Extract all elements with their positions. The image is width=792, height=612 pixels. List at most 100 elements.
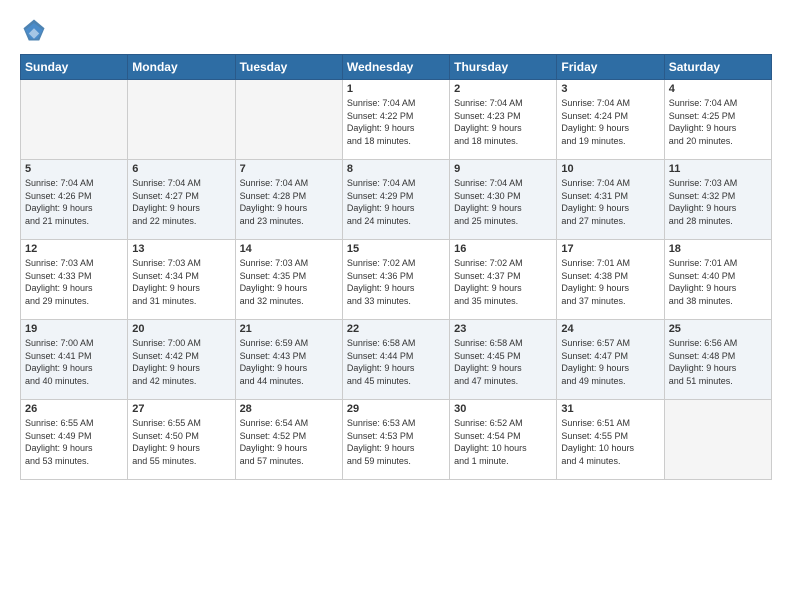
- calendar-day-cell: 10 Sunrise: 7:04 AM Sunset: 4:31 PM Dayli…: [557, 160, 664, 240]
- calendar-day-cell: [664, 400, 771, 480]
- day-number: 12: [25, 243, 123, 255]
- day-info: Sunrise: 7:04 AM Sunset: 4:29 PM Dayligh…: [347, 177, 445, 227]
- day-number: 22: [347, 323, 445, 335]
- calendar-day-cell: 14 Sunrise: 7:03 AM Sunset: 4:35 PM Dayli…: [235, 240, 342, 320]
- page: SundayMondayTuesdayWednesdayThursdayFrid…: [0, 0, 792, 612]
- day-number: 20: [132, 323, 230, 335]
- weekday-header-thursday: Thursday: [450, 55, 557, 80]
- day-number: 8: [347, 163, 445, 175]
- calendar-day-cell: 3Sunrise: 7:04 AM Sunset: 4:24 PM Daylig…: [557, 80, 664, 160]
- day-number: 17: [561, 243, 659, 255]
- weekday-header-friday: Friday: [557, 55, 664, 80]
- day-info: Sunrise: 7:01 AM Sunset: 4:40 PM Dayligh…: [669, 257, 767, 307]
- day-info: Sunrise: 7:04 AM Sunset: 4:25 PM Dayligh…: [669, 97, 767, 147]
- calendar-day-cell: 29 Sunrise: 6:53 AM Sunset: 4:53 PM Dayli…: [342, 400, 449, 480]
- day-number: 14: [240, 243, 338, 255]
- calendar-day-cell: 28 Sunrise: 6:54 AM Sunset: 4:52 PM Dayli…: [235, 400, 342, 480]
- day-number: 2: [454, 83, 552, 95]
- weekday-header-wednesday: Wednesday: [342, 55, 449, 80]
- calendar-day-cell: 25 Sunrise: 6:56 AM Sunset: 4:48 PM Dayli…: [664, 320, 771, 400]
- day-number: 4: [669, 83, 767, 95]
- day-info: Sunrise: 6:53 AM Sunset: 4:53 PM Dayligh…: [347, 417, 445, 467]
- day-number: 11: [669, 163, 767, 175]
- calendar-day-cell: 31 Sunrise: 6:51 AM Sunset: 4:55 PM Dayli…: [557, 400, 664, 480]
- calendar-day-cell: [128, 80, 235, 160]
- header: [20, 16, 772, 44]
- calendar-day-cell: 30 Sunrise: 6:52 AM Sunset: 4:54 PM Dayli…: [450, 400, 557, 480]
- day-info: Sunrise: 7:00 AM Sunset: 4:42 PM Dayligh…: [132, 337, 230, 387]
- calendar-table: SundayMondayTuesdayWednesdayThursdayFrid…: [20, 54, 772, 480]
- day-number: 7: [240, 163, 338, 175]
- day-number: 15: [347, 243, 445, 255]
- day-number: 30: [454, 403, 552, 415]
- logo: [20, 16, 52, 44]
- day-number: 29: [347, 403, 445, 415]
- calendar-day-cell: 11 Sunrise: 7:03 AM Sunset: 4:32 PM Dayli…: [664, 160, 771, 240]
- day-info: Sunrise: 6:52 AM Sunset: 4:54 PM Dayligh…: [454, 417, 552, 467]
- day-info: Sunrise: 6:58 AM Sunset: 4:44 PM Dayligh…: [347, 337, 445, 387]
- calendar-day-cell: 7 Sunrise: 7:04 AM Sunset: 4:28 PM Daylig…: [235, 160, 342, 240]
- calendar-day-cell: 4 Sunrise: 7:04 AM Sunset: 4:25 PM Daylig…: [664, 80, 771, 160]
- day-info: Sunrise: 7:03 AM Sunset: 4:32 PM Dayligh…: [669, 177, 767, 227]
- calendar-week-row: 19Sunrise: 7:00 AM Sunset: 4:41 PM Dayli…: [21, 320, 772, 400]
- logo-icon: [20, 16, 48, 44]
- weekday-header-monday: Monday: [128, 55, 235, 80]
- calendar-day-cell: 27Sunrise: 6:55 AM Sunset: 4:50 PM Dayli…: [128, 400, 235, 480]
- weekday-header-saturday: Saturday: [664, 55, 771, 80]
- day-number: 19: [25, 323, 123, 335]
- day-number: 26: [25, 403, 123, 415]
- day-info: Sunrise: 6:59 AM Sunset: 4:43 PM Dayligh…: [240, 337, 338, 387]
- calendar-day-cell: 8 Sunrise: 7:04 AM Sunset: 4:29 PM Daylig…: [342, 160, 449, 240]
- calendar-day-cell: 16 Sunrise: 7:02 AM Sunset: 4:37 PM Dayli…: [450, 240, 557, 320]
- day-number: 25: [669, 323, 767, 335]
- calendar-day-cell: 22 Sunrise: 6:58 AM Sunset: 4:44 PM Dayli…: [342, 320, 449, 400]
- day-number: 24: [561, 323, 659, 335]
- calendar-day-cell: 24 Sunrise: 6:57 AM Sunset: 4:47 PM Dayli…: [557, 320, 664, 400]
- day-info: Sunrise: 6:57 AM Sunset: 4:47 PM Dayligh…: [561, 337, 659, 387]
- day-number: 5: [25, 163, 123, 175]
- calendar-week-row: 1 Sunrise: 7:04 AM Sunset: 4:22 PM Daylig…: [21, 80, 772, 160]
- day-info: Sunrise: 7:03 AM Sunset: 4:35 PM Dayligh…: [240, 257, 338, 307]
- calendar-week-row: 12 Sunrise: 7:03 AM Sunset: 4:33 PM Dayli…: [21, 240, 772, 320]
- day-info: Sunrise: 6:54 AM Sunset: 4:52 PM Dayligh…: [240, 417, 338, 467]
- calendar-day-cell: 17Sunrise: 7:01 AM Sunset: 4:38 PM Dayli…: [557, 240, 664, 320]
- day-number: 9: [454, 163, 552, 175]
- weekday-header-tuesday: Tuesday: [235, 55, 342, 80]
- day-number: 10: [561, 163, 659, 175]
- day-info: Sunrise: 7:04 AM Sunset: 4:24 PM Dayligh…: [561, 97, 659, 147]
- day-number: 23: [454, 323, 552, 335]
- calendar-day-cell: 13 Sunrise: 7:03 AM Sunset: 4:34 PM Dayli…: [128, 240, 235, 320]
- calendar-week-row: 5Sunrise: 7:04 AM Sunset: 4:26 PM Daylig…: [21, 160, 772, 240]
- calendar-day-cell: 2Sunrise: 7:04 AM Sunset: 4:23 PM Daylig…: [450, 80, 557, 160]
- calendar-day-cell: 19Sunrise: 7:00 AM Sunset: 4:41 PM Dayli…: [21, 320, 128, 400]
- day-number: 21: [240, 323, 338, 335]
- weekday-header-sunday: Sunday: [21, 55, 128, 80]
- calendar-day-cell: 12 Sunrise: 7:03 AM Sunset: 4:33 PM Dayli…: [21, 240, 128, 320]
- day-info: Sunrise: 7:04 AM Sunset: 4:28 PM Dayligh…: [240, 177, 338, 227]
- day-info: Sunrise: 7:03 AM Sunset: 4:34 PM Dayligh…: [132, 257, 230, 307]
- day-info: Sunrise: 7:04 AM Sunset: 4:22 PM Dayligh…: [347, 97, 445, 147]
- day-info: Sunrise: 6:55 AM Sunset: 4:49 PM Dayligh…: [25, 417, 123, 467]
- day-info: Sunrise: 6:56 AM Sunset: 4:48 PM Dayligh…: [669, 337, 767, 387]
- calendar-day-cell: 21 Sunrise: 6:59 AM Sunset: 4:43 PM Dayli…: [235, 320, 342, 400]
- day-info: Sunrise: 6:58 AM Sunset: 4:45 PM Dayligh…: [454, 337, 552, 387]
- weekday-header-row: SundayMondayTuesdayWednesdayThursdayFrid…: [21, 55, 772, 80]
- day-number: 1: [347, 83, 445, 95]
- day-info: Sunrise: 7:02 AM Sunset: 4:37 PM Dayligh…: [454, 257, 552, 307]
- day-info: Sunrise: 7:04 AM Sunset: 4:31 PM Dayligh…: [561, 177, 659, 227]
- calendar-day-cell: 23 Sunrise: 6:58 AM Sunset: 4:45 PM Dayli…: [450, 320, 557, 400]
- calendar-day-cell: 5Sunrise: 7:04 AM Sunset: 4:26 PM Daylig…: [21, 160, 128, 240]
- calendar-day-cell: 18 Sunrise: 7:01 AM Sunset: 4:40 PM Dayli…: [664, 240, 771, 320]
- day-info: Sunrise: 7:03 AM Sunset: 4:33 PM Dayligh…: [25, 257, 123, 307]
- day-info: Sunrise: 6:51 AM Sunset: 4:55 PM Dayligh…: [561, 417, 659, 467]
- day-number: 28: [240, 403, 338, 415]
- calendar-day-cell: 9Sunrise: 7:04 AM Sunset: 4:30 PM Daylig…: [450, 160, 557, 240]
- calendar-day-cell: 15 Sunrise: 7:02 AM Sunset: 4:36 PM Dayli…: [342, 240, 449, 320]
- day-number: 31: [561, 403, 659, 415]
- day-number: 13: [132, 243, 230, 255]
- day-info: Sunrise: 7:04 AM Sunset: 4:27 PM Dayligh…: [132, 177, 230, 227]
- day-info: Sunrise: 7:02 AM Sunset: 4:36 PM Dayligh…: [347, 257, 445, 307]
- day-number: 16: [454, 243, 552, 255]
- calendar-day-cell: 1 Sunrise: 7:04 AM Sunset: 4:22 PM Daylig…: [342, 80, 449, 160]
- day-number: 18: [669, 243, 767, 255]
